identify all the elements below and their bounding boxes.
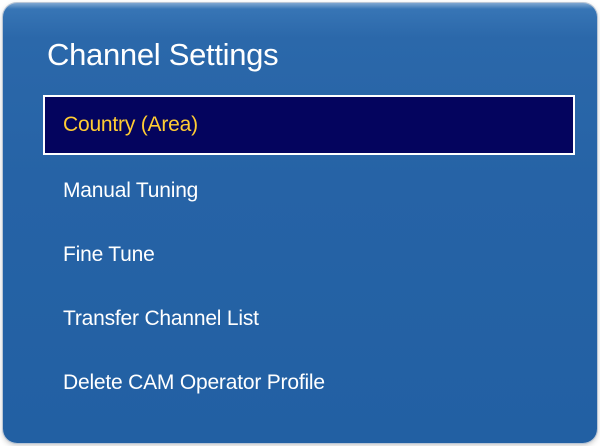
menu-item-transfer-channel-list[interactable]: Transfer Channel List bbox=[43, 287, 575, 351]
menu-title: Channel Settings bbox=[47, 37, 279, 72]
menu-list: Country (Area) Manual Tuning Fine Tune T… bbox=[43, 95, 575, 415]
menu-item-delete-cam-operator-profile[interactable]: Delete CAM Operator Profile bbox=[43, 351, 575, 415]
channel-settings-panel: Channel Settings Country (Area) Manual T… bbox=[3, 3, 597, 443]
menu-item-fine-tune[interactable]: Fine Tune bbox=[43, 223, 575, 287]
menu-item-manual-tuning[interactable]: Manual Tuning bbox=[43, 159, 575, 223]
menu-item-country-area[interactable]: Country (Area) bbox=[43, 95, 575, 155]
